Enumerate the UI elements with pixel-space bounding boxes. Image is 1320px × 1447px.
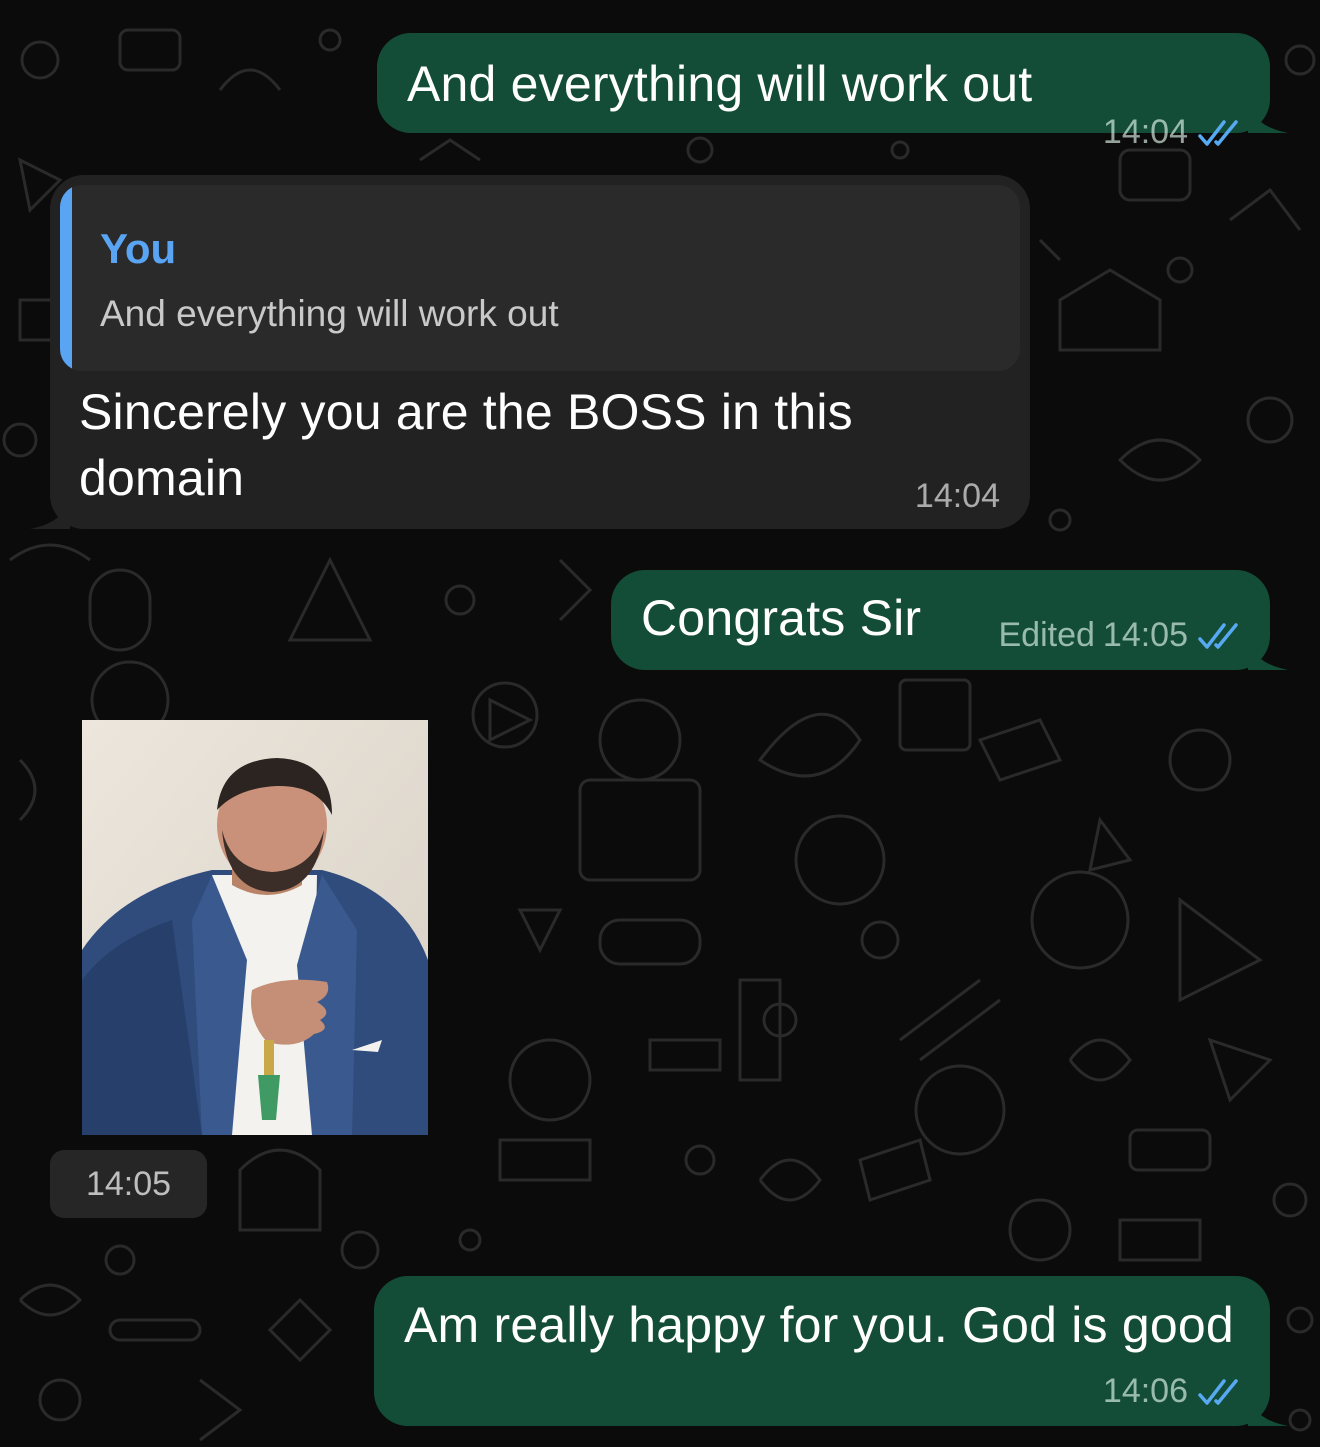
photo-message[interactable] bbox=[82, 720, 428, 1135]
incoming-message[interactable]: You And everything will work out Sincere… bbox=[30, 175, 1030, 529]
bubble-tail bbox=[1248, 103, 1288, 133]
quoted-reply[interactable]: You And everything will work out bbox=[60, 185, 1020, 371]
message-time: 14:04 bbox=[1102, 113, 1188, 151]
outgoing-message[interactable]: Am really happy for you. God is good 14:… bbox=[374, 1276, 1288, 1426]
message-meta: 14:06 bbox=[1103, 1372, 1244, 1411]
message-meta: 14:04 bbox=[1103, 113, 1244, 152]
message-text: Sincerely you are the BOSS in this domai… bbox=[79, 384, 853, 506]
outgoing-message[interactable]: And everything will work out 14:04 bbox=[377, 33, 1288, 151]
quote-text: And everything will work out bbox=[100, 293, 559, 334]
message-meta: 14:04 bbox=[915, 477, 1000, 516]
outgoing-message[interactable]: Congrats Sir Edited 14:05 bbox=[611, 570, 1288, 670]
message-time: 14:04 bbox=[914, 477, 1000, 515]
bubble-tail bbox=[1248, 640, 1288, 670]
photo-time-badge: 14:05 bbox=[50, 1150, 207, 1218]
bubble-tail bbox=[30, 499, 70, 529]
message-text: Congrats Sir bbox=[641, 590, 922, 646]
message-time: 14:06 bbox=[1102, 1372, 1188, 1410]
double-check-read-icon bbox=[1198, 1378, 1238, 1405]
message-time: 14:05 bbox=[1102, 616, 1188, 654]
double-check-read-icon bbox=[1198, 119, 1238, 146]
photo-man-blue-blazer bbox=[82, 720, 428, 1135]
double-check-read-icon bbox=[1198, 622, 1238, 649]
quote-accent-bar bbox=[60, 185, 72, 371]
edited-label: Edited bbox=[998, 616, 1095, 654]
quote-author: You bbox=[100, 225, 177, 272]
message-text: Am really happy for you. God is good bbox=[404, 1297, 1234, 1353]
bubble-tail bbox=[1248, 1396, 1288, 1426]
message-meta: Edited 14:05 bbox=[999, 616, 1245, 655]
message-text: And everything will work out bbox=[407, 56, 1033, 112]
